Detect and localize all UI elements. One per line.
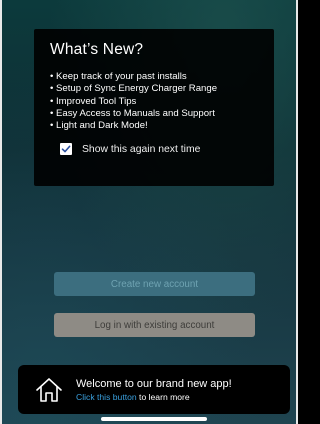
home-indicator[interactable]: [101, 417, 207, 421]
login-button[interactable]: Log in with existing account: [54, 313, 255, 337]
feature-list: Keep track of your past installs Setup o…: [50, 71, 260, 132]
welcome-title: Welcome to our brand new app!: [76, 377, 232, 390]
checkmark-icon: [61, 146, 71, 153]
learn-more-link[interactable]: Click this button: [76, 392, 137, 402]
whats-new-title: What’s New?: [50, 41, 144, 58]
welcome-banner[interactable]: Welcome to our brand new app! Click this…: [18, 365, 290, 414]
feature-item: Keep track of your past installs: [50, 71, 260, 83]
learn-more-suffix: to learn more: [136, 391, 190, 402]
feature-item: Improved Tool Tips: [50, 96, 260, 108]
app-screen: What’s New? Keep track of your past inst…: [0, 0, 298, 424]
feature-item: Light and Dark Mode!: [50, 120, 260, 132]
feature-item: Easy Access to Manuals and Support: [50, 108, 260, 120]
show-again-label: Show this again next time: [82, 143, 201, 155]
show-again-option[interactable]: Show this again next time: [60, 143, 260, 156]
feature-item: Setup of Sync Energy Charger Range: [50, 83, 260, 95]
welcome-subtitle: Click this button to learn more: [76, 391, 232, 403]
create-account-button[interactable]: Create new account: [54, 272, 255, 296]
show-again-checkbox[interactable]: [60, 143, 72, 156]
whats-new-dialog: What’s New? Keep track of your past inst…: [34, 29, 274, 186]
home-icon[interactable]: [34, 375, 64, 405]
welcome-text: Welcome to our brand new app! Click this…: [76, 377, 232, 403]
